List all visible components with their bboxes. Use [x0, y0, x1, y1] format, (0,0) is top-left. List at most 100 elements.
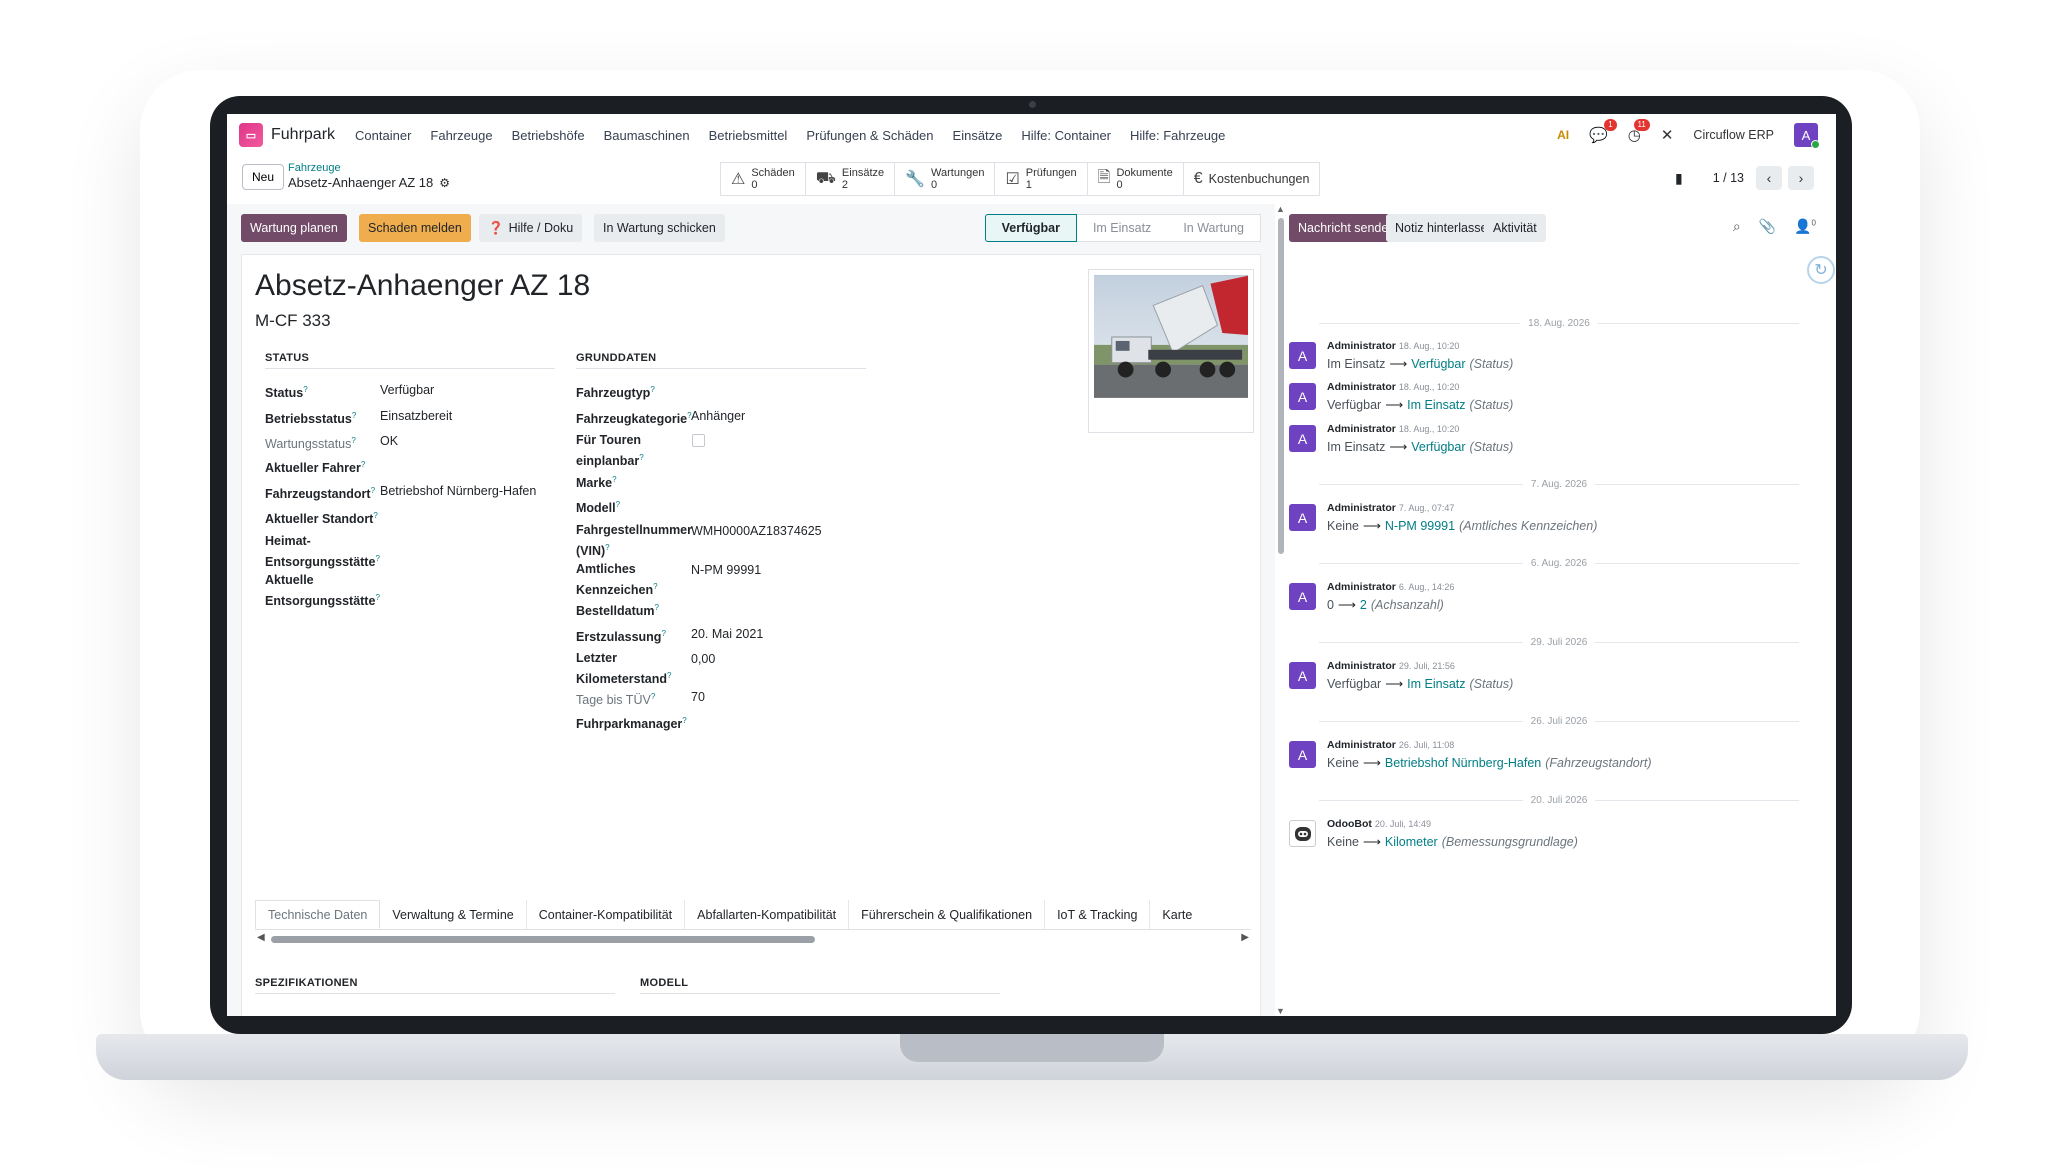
value-heimat-entsorgungsstaette[interactable] — [380, 541, 530, 558]
plan-maintenance-button[interactable]: Wartung planen — [241, 214, 347, 242]
help-doc-button[interactable]: ❓ Hilfe / Doku — [479, 214, 583, 242]
menu-item-hilfe-fahrzeuge[interactable]: Hilfe: Fahrzeuge — [1130, 128, 1225, 143]
menu-item-fahrzeuge[interactable]: Fahrzeuge — [430, 128, 492, 143]
menu-item-pruefungen[interactable]: Prüfungen & Schäden — [806, 128, 933, 143]
scroll-right-icon[interactable]: ▶ — [1241, 932, 1249, 943]
pager-previous-button[interactable]: ‹ — [1756, 166, 1782, 190]
record-plate[interactable]: M-CF 333 — [255, 311, 331, 331]
vehicle-image[interactable] — [1088, 269, 1254, 433]
author-avatar[interactable]: A — [1289, 662, 1316, 689]
value-aktueller-standort[interactable] — [380, 508, 530, 525]
followers-icon[interactable]: 👤0 — [1794, 218, 1816, 235]
scroll-left-icon[interactable]: ◀ — [257, 932, 265, 943]
chatter-message: A Administrator 26. Juli, 11:08 Keine ⟶ Bet… — [1289, 739, 1809, 775]
menu-item-betriebsmittel[interactable]: Betriebsmittel — [709, 128, 788, 143]
menu-item-hilfe-container[interactable]: Hilfe: Container — [1021, 128, 1111, 143]
stage-im-einsatz[interactable]: Im Einsatz — [1076, 214, 1168, 242]
pager-value[interactable]: 1 / 13 — [1713, 171, 1744, 185]
tab-container-kompatibilitaet[interactable]: Container-Kompatibilität — [527, 900, 686, 929]
message-author[interactable]: Administrator — [1327, 502, 1396, 514]
author-avatar[interactable]: A — [1289, 504, 1316, 531]
report-damage-button[interactable]: Schaden melden — [359, 214, 471, 242]
value-amtliches-kennzeichen[interactable]: N-PM 99991 — [691, 562, 761, 579]
menu-item-container[interactable]: Container — [355, 128, 411, 143]
value-letzter-kilometerstand[interactable]: 0,00 — [691, 651, 715, 668]
stage-in-wartung[interactable]: In Wartung — [1167, 214, 1261, 242]
send-to-maintenance-button[interactable]: In Wartung schicken — [594, 214, 725, 242]
author-avatar[interactable]: A — [1289, 383, 1316, 410]
odoobot-avatar[interactable] — [1289, 820, 1316, 847]
message-author[interactable]: Administrator — [1327, 340, 1396, 352]
company-name[interactable]: Circuflow ERP — [1693, 128, 1774, 142]
search-icon[interactable]: ⌕ — [1733, 218, 1741, 235]
stage-verfuegbar[interactable]: Verfügbar — [984, 214, 1077, 242]
laptop-notch — [900, 1034, 1164, 1062]
arrow-right-icon: ⟶ — [1389, 440, 1408, 454]
message-author[interactable]: Administrator — [1327, 660, 1396, 672]
author-avatar[interactable]: A — [1289, 583, 1316, 610]
form-scrollbar[interactable]: ▲ ▼ — [1275, 204, 1287, 1016]
new-button[interactable]: Neu — [242, 164, 285, 190]
activity-button[interactable]: Aktivität — [1484, 214, 1546, 242]
value-aktueller-fahrer[interactable] — [380, 457, 530, 474]
value-fahrzeugtyp[interactable] — [691, 382, 841, 399]
tabs-scrollbar[interactable]: ◀ ▶ — [257, 932, 1249, 943]
menu-item-betriebshoefe[interactable]: Betriebshöfe — [512, 128, 585, 143]
value-marke[interactable] — [691, 472, 841, 489]
scroll-down-icon[interactable]: ▼ — [1276, 1006, 1285, 1016]
user-avatar[interactable]: A — [1794, 123, 1820, 149]
menu-item-einsaetze[interactable]: Einsätze — [953, 128, 1003, 143]
smart-button-kostenbuchungen[interactable]: € Kostenbuchungen — [1184, 163, 1320, 195]
message-author[interactable]: Administrator — [1327, 739, 1396, 751]
pager-next-button[interactable]: › — [1788, 166, 1814, 190]
tab-iot-tracking[interactable]: IoT & Tracking — [1045, 900, 1151, 929]
value-erstzulassung[interactable]: 20. Mai 2021 — [691, 626, 763, 643]
smart-button-schaeden[interactable]: ⚠ Schäden 0 — [721, 163, 806, 195]
bookmark-icon[interactable]: ▮ — [1675, 170, 1683, 187]
message-author[interactable]: Administrator — [1327, 381, 1396, 393]
value-aktuelle-entsorgungsstaette[interactable] — [380, 580, 530, 597]
message-author[interactable]: Administrator — [1327, 423, 1396, 435]
value-fahrzeugkategorie[interactable]: Anhänger — [691, 408, 745, 425]
value-fahrzeugstandort[interactable]: Betriebshof Nürnberg-Hafen — [380, 483, 536, 500]
message-author[interactable]: Administrator — [1327, 581, 1396, 593]
author-avatar[interactable]: A — [1289, 741, 1316, 768]
message-author[interactable]: OdooBot — [1327, 818, 1372, 830]
smart-button-wartungen[interactable]: 🔧 Wartungen 0 — [895, 163, 996, 195]
value-bestelldatum[interactable] — [691, 600, 841, 617]
record-title[interactable]: Absetz-Anhaenger AZ 18 — [255, 269, 590, 303]
smart-button-dokumente[interactable]: 🗎 Dokumente 0 — [1088, 163, 1184, 195]
value-fuhrparkmanager[interactable] — [691, 713, 841, 730]
breadcrumb-parent[interactable]: Fahrzeuge — [288, 162, 450, 174]
tabs-scrollbar-thumb[interactable] — [271, 936, 815, 943]
tab-technische-daten[interactable]: Technische Daten — [255, 900, 381, 929]
paperclip-icon[interactable]: 📎 — [1759, 218, 1776, 235]
refresh-icon[interactable]: ↻ — [1807, 256, 1835, 284]
value-wartungsstatus[interactable]: OK — [380, 433, 398, 450]
smart-label: Kostenbuchungen — [1208, 172, 1310, 186]
tab-verwaltung-termine[interactable]: Verwaltung & Termine — [380, 900, 527, 929]
tab-karte[interactable]: Karte — [1150, 900, 1204, 929]
touren-checkbox[interactable] — [692, 434, 705, 447]
menu-item-baumaschinen[interactable]: Baumaschinen — [604, 128, 690, 143]
smart-button-einsaetze[interactable]: ⛟ Einsätze 2 — [806, 163, 896, 195]
value-status[interactable]: Verfügbar — [380, 382, 434, 399]
scroll-up-icon[interactable]: ▲ — [1276, 204, 1285, 214]
form-scrollbar-thumb[interactable] — [1278, 218, 1284, 554]
tab-abfallarten-kompatibilitaet[interactable]: Abfallarten-Kompatibilität — [685, 900, 850, 929]
app-name[interactable]: Fuhrpark — [271, 126, 335, 144]
app-logo-icon[interactable]: ▭ — [239, 123, 263, 147]
gear-icon[interactable]: ⚙ — [439, 176, 450, 190]
clock-icon[interactable]: ◷ 11 — [1628, 119, 1650, 144]
value-betriebsstatus[interactable]: Einsatzbereit — [380, 408, 452, 425]
ai-icon[interactable]: AI — [1557, 128, 1569, 142]
value-modell[interactable] — [691, 497, 841, 514]
smart-button-pruefungen[interactable]: ☑ Prüfungen 1 — [995, 163, 1088, 195]
value-fahrgestellnummer[interactable]: WMH0000AZ18374625 — [691, 523, 822, 540]
messages-icon[interactable]: 💬 1 — [1589, 119, 1617, 144]
tools-icon[interactable]: ✕ — [1661, 126, 1674, 144]
tab-fuehrerschein-qualifikationen[interactable]: Führerschein & Qualifikationen — [849, 900, 1046, 929]
value-tage-bis-tuev[interactable]: 70 — [691, 689, 705, 706]
author-avatar[interactable]: A — [1289, 342, 1316, 369]
author-avatar[interactable]: A — [1289, 425, 1316, 452]
